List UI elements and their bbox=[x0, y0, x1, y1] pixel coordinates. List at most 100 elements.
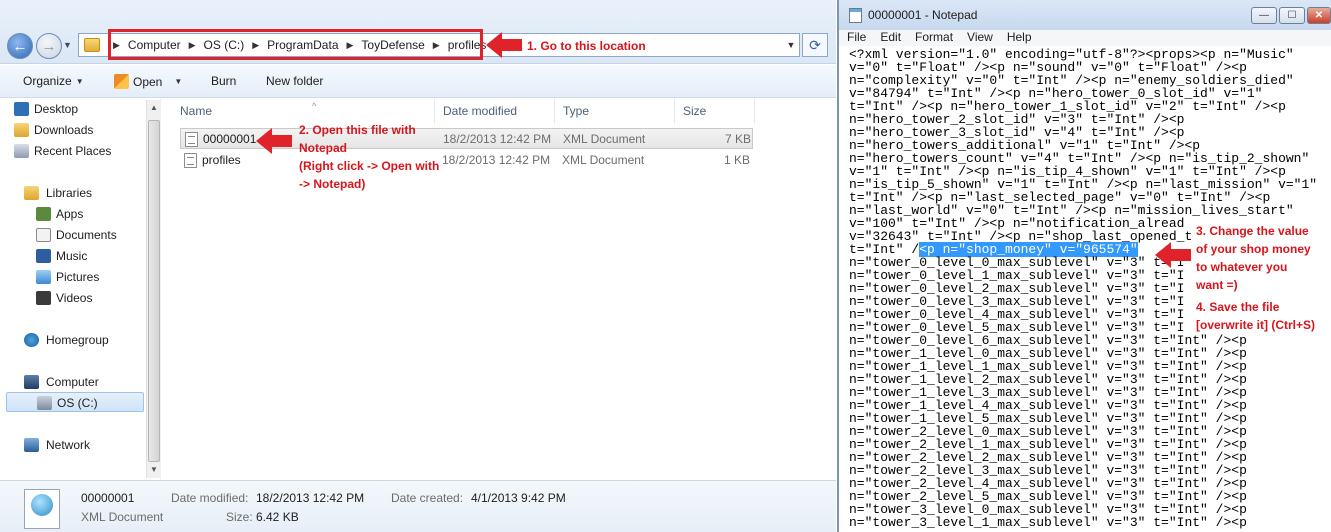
open-label: Open bbox=[133, 74, 163, 89]
menu-file[interactable]: File bbox=[841, 30, 872, 46]
sidebar-item-recent-places[interactable]: Recent Places bbox=[14, 141, 112, 161]
burn-button[interactable]: Burn bbox=[211, 74, 236, 88]
explorer-window: ← → ▼ ▶ Computer ▶ OS (C:) ▶ ProgramData… bbox=[0, 0, 836, 532]
callout-step-2-line: (Right click -> Open with bbox=[299, 159, 440, 173]
sidebar-item-label: Homegroup bbox=[46, 333, 109, 347]
sidebar-item-libraries[interactable]: Libraries bbox=[24, 183, 93, 203]
column-header-type[interactable]: Type bbox=[555, 99, 675, 123]
text-line: n="tower_3_level_1_max_sublevel" v="3" t… bbox=[849, 516, 1331, 529]
file-size: 7 KB bbox=[724, 132, 751, 146]
homegroup-icon bbox=[24, 333, 39, 347]
menu-help[interactable]: Help bbox=[1001, 30, 1038, 46]
menu-format[interactable]: Format bbox=[909, 30, 959, 46]
callout-arrow-1 bbox=[486, 32, 522, 58]
sidebar-item-desktop[interactable]: Desktop bbox=[14, 99, 78, 119]
file-date: 18/2/2013 12:42 PM bbox=[443, 132, 552, 146]
sidebar-item-label: Recent Places bbox=[34, 144, 112, 158]
column-header-date[interactable]: Date modified bbox=[435, 99, 555, 123]
file-type: XML Document bbox=[562, 153, 645, 167]
sort-ascending-icon: ^ bbox=[312, 101, 317, 111]
arrow-right-icon: → bbox=[41, 37, 57, 55]
column-header-label: Type bbox=[563, 104, 590, 118]
new-folder-button[interactable]: New folder bbox=[266, 74, 323, 88]
column-headers: Name ^ Date modified Type Size bbox=[172, 99, 836, 123]
menu-view[interactable]: View bbox=[961, 30, 999, 46]
organize-button[interactable]: Organize ▼ bbox=[23, 74, 84, 88]
open-button[interactable]: Open ▼ bbox=[114, 74, 182, 89]
xml-file-icon bbox=[185, 132, 198, 147]
refresh-button[interactable]: ⟳ bbox=[802, 33, 828, 57]
documents-icon bbox=[36, 228, 51, 242]
sidebar-item-videos[interactable]: Videos bbox=[36, 288, 92, 308]
chevron-down-icon: ▼ bbox=[174, 77, 183, 86]
callout-step-3: 3. Change the value of your shop money t… bbox=[1196, 222, 1311, 294]
sidebar-item-network[interactable]: Network bbox=[24, 435, 91, 455]
sidebar-item-downloads[interactable]: Downloads bbox=[14, 120, 94, 140]
scrollbar-thumb[interactable] bbox=[148, 120, 160, 462]
back-button[interactable]: ← bbox=[7, 33, 33, 59]
libraries-icon bbox=[24, 186, 39, 200]
callout-step-4-line: [overwrite it] (Ctrl+S) bbox=[1196, 318, 1316, 332]
desktop-icon bbox=[14, 102, 29, 116]
sidebar-item-music[interactable]: Music bbox=[36, 246, 87, 266]
sidebar-item-documents[interactable]: Documents bbox=[36, 225, 117, 245]
sidebar-item-label: Network bbox=[46, 438, 91, 452]
callout-step-3-line: to whatever you bbox=[1196, 260, 1288, 274]
column-header-label: Name bbox=[180, 104, 213, 118]
downloads-folder-icon bbox=[14, 123, 29, 137]
file-name: 00000001 bbox=[203, 132, 257, 146]
file-type: XML Document bbox=[563, 132, 646, 146]
computer-icon bbox=[24, 375, 39, 389]
sidebar-item-os-drive[interactable]: OS (C:) bbox=[6, 392, 144, 412]
details-date-created-label: Date created: bbox=[391, 491, 464, 505]
scroll-up-icon[interactable]: ▲ bbox=[147, 100, 161, 116]
network-icon bbox=[24, 438, 39, 452]
column-header-name[interactable]: Name ^ bbox=[172, 99, 435, 123]
column-header-label: Date modified bbox=[443, 104, 518, 118]
close-icon: ✕ bbox=[1314, 10, 1324, 21]
navigation-scrollbar[interactable]: ▲ ▼ bbox=[146, 100, 161, 478]
apps-icon bbox=[36, 207, 51, 221]
sidebar-item-label: Downloads bbox=[34, 123, 94, 137]
sidebar-item-label: Libraries bbox=[46, 186, 93, 200]
sidebar-item-label: Pictures bbox=[56, 270, 100, 284]
recent-places-icon bbox=[14, 144, 29, 158]
details-size: 6.42 KB bbox=[256, 510, 299, 524]
address-dropdown[interactable]: ▼ bbox=[782, 36, 800, 54]
explorer-navigation-bar: ← → ▼ ▶ Computer ▶ OS (C:) ▶ ProgramData… bbox=[0, 0, 836, 64]
forward-button[interactable]: → bbox=[36, 33, 62, 59]
videos-icon bbox=[36, 291, 51, 305]
details-file-name: 00000001 bbox=[81, 491, 135, 505]
notepad-title-bar[interactable]: 00000001 - Notepad — ☐ ✕ bbox=[839, 0, 1331, 30]
sidebar-item-label: OS (C:) bbox=[57, 396, 98, 410]
minimize-button[interactable]: — bbox=[1251, 7, 1277, 24]
menu-edit[interactable]: Edit bbox=[874, 30, 907, 46]
new-folder-label: New folder bbox=[266, 74, 324, 88]
callout-step-3-line: 3. Change the value bbox=[1196, 224, 1309, 238]
pictures-icon bbox=[36, 270, 51, 284]
callout-step-1: 1. Go to this location bbox=[527, 39, 646, 53]
sidebar-item-computer[interactable]: Computer bbox=[24, 372, 99, 392]
sidebar-item-label: Computer bbox=[46, 375, 99, 389]
chevron-down-icon: ▼ bbox=[75, 76, 84, 86]
maximize-button[interactable]: ☐ bbox=[1279, 7, 1305, 24]
column-header-size[interactable]: Size bbox=[675, 99, 755, 123]
text-line-content: n="tower_3_level_1_max_sublevel" v="3" t… bbox=[849, 515, 1247, 530]
callout-step-3-line: want =) bbox=[1196, 278, 1238, 292]
sidebar-item-homegroup[interactable]: Homegroup bbox=[24, 330, 109, 350]
close-button[interactable]: ✕ bbox=[1307, 7, 1331, 24]
file-name: profiles bbox=[202, 153, 241, 167]
recent-pages-dropdown[interactable]: ▼ bbox=[63, 38, 73, 52]
sidebar-item-pictures[interactable]: Pictures bbox=[36, 267, 100, 287]
maximize-icon: ☐ bbox=[1287, 10, 1297, 21]
minimize-icon: — bbox=[1259, 10, 1269, 21]
file-size: 1 KB bbox=[723, 153, 750, 167]
folder-icon bbox=[84, 38, 100, 52]
scroll-down-icon[interactable]: ▼ bbox=[147, 462, 161, 478]
callout-step-2-line: 2. Open this file with bbox=[299, 123, 416, 137]
refresh-icon: ⟳ bbox=[809, 37, 821, 53]
sidebar-item-label: Apps bbox=[56, 207, 84, 221]
navigation-pane: Desktop Downloads Recent Places Librarie… bbox=[0, 99, 161, 479]
sidebar-item-apps[interactable]: Apps bbox=[36, 204, 84, 224]
details-date-created: 4/1/2013 9:42 PM bbox=[471, 491, 566, 505]
